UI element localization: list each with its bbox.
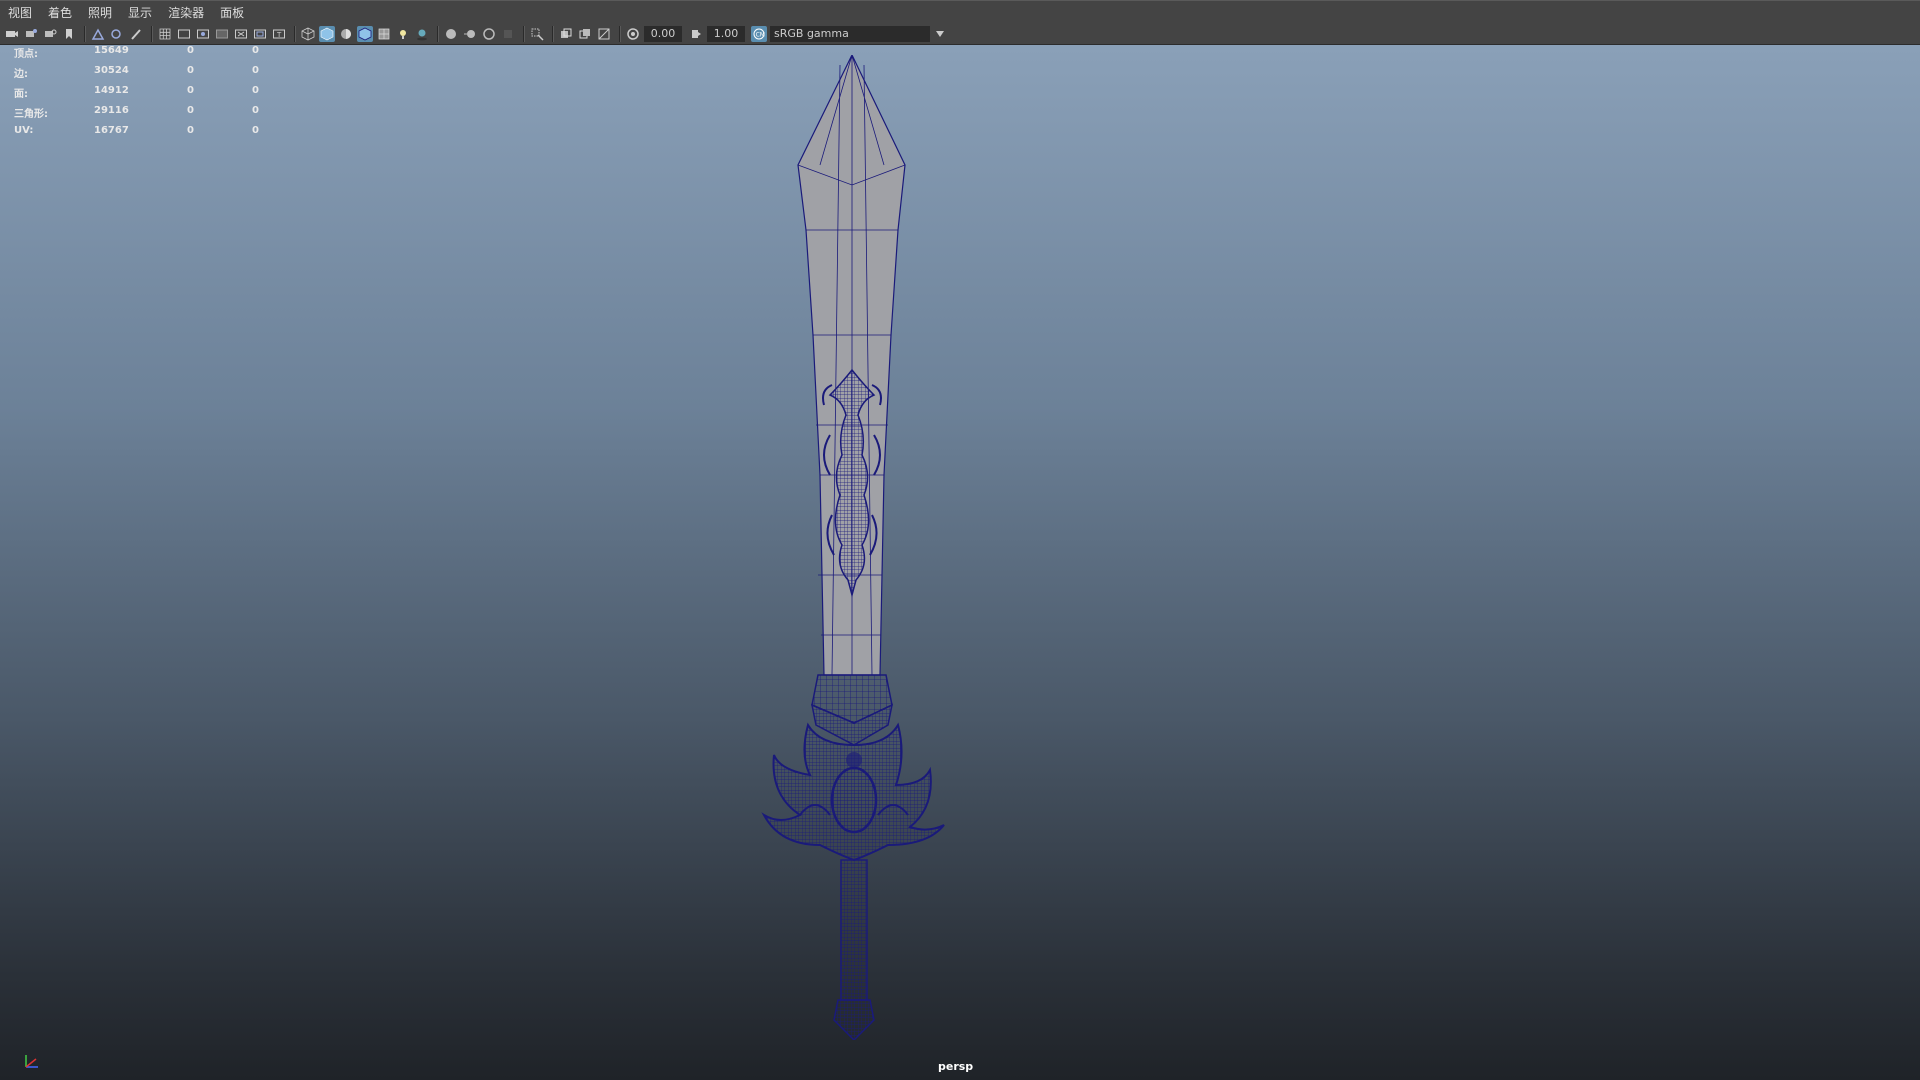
gamma-icon[interactable]: [688, 26, 704, 42]
2d-pan-zoom-icon[interactable]: [109, 26, 125, 42]
menu-view[interactable]: 视图: [8, 4, 32, 21]
hud-total: 15649: [94, 45, 129, 56]
lighting-icon[interactable]: [395, 26, 411, 42]
hud-label: 面:: [14, 89, 28, 100]
hud-selected: 0: [187, 125, 194, 136]
toolbar-divider: [84, 26, 86, 42]
menu-shading[interactable]: 着色: [48, 4, 72, 21]
hud-selected: 0: [187, 85, 194, 96]
panel-toolbar: T 0.00 1.00 CM sRGB gamma: [0, 24, 1920, 45]
hud-total: 16767: [94, 125, 129, 136]
view-transform-dropdown[interactable]: sRGB gamma: [770, 26, 950, 42]
smooth-shade-icon[interactable]: [319, 26, 335, 42]
hud-selected-comp: 0: [252, 85, 259, 96]
sword-mesh[interactable]: [760, 55, 950, 1040]
hud-total: 29116: [94, 105, 129, 116]
hud-selected-comp: 0: [252, 65, 259, 76]
ambient-occlusion-icon[interactable]: [443, 26, 459, 42]
gamma-field[interactable]: 1.00: [707, 26, 745, 42]
3d-viewport[interactable]: 顶点: 15649 0 0 边: 30524 0 0 面: 14912 0 0 …: [0, 45, 1920, 1080]
hud-selected-comp: 0: [252, 105, 259, 116]
hud-selected-comp: 0: [252, 125, 259, 136]
wireframe-icon[interactable]: [300, 26, 316, 42]
default-material-icon[interactable]: [338, 26, 354, 42]
xray-active-components-icon[interactable]: [577, 26, 593, 42]
poly-count-hud: 顶点: 15649 0 0 边: 30524 0 0 面: 14912 0 0 …: [14, 45, 274, 145]
hud-row-triangles: 三角形: 29116 0 0: [14, 105, 274, 125]
grip: [833, 859, 875, 1040]
hud-total: 14912: [94, 85, 129, 96]
bookmarks-icon[interactable]: [42, 26, 58, 42]
camera-attributes-icon[interactable]: [23, 26, 39, 42]
chevron-down-icon: [930, 26, 950, 42]
safe-action-icon[interactable]: [252, 26, 268, 42]
shadows-icon[interactable]: [414, 26, 430, 42]
exposure-icon[interactable]: [625, 26, 641, 42]
textured-icon[interactable]: [376, 26, 392, 42]
depth-of-field-icon[interactable]: [500, 26, 516, 42]
view-axis-icon: [25, 1055, 38, 1068]
hud-row-vertices: 顶点: 15649 0 0: [14, 45, 274, 65]
hud-selected-comp: 0: [252, 45, 259, 56]
toolbar-divider: [437, 26, 439, 42]
grid-icon[interactable]: [157, 26, 173, 42]
wireframe-on-shaded-icon[interactable]: [357, 26, 373, 42]
hud-label: UV:: [14, 125, 34, 136]
hud-label: 顶点:: [14, 49, 38, 60]
field-chart-icon[interactable]: [233, 26, 249, 42]
hud-selected: 0: [187, 65, 194, 76]
svg-text:CM: CM: [756, 32, 765, 39]
toolbar-divider: [619, 26, 621, 42]
hud-label: 边:: [14, 69, 28, 80]
hud-total: 30524: [94, 65, 129, 76]
view-transform-value: sRGB gamma: [774, 27, 849, 40]
menu-show[interactable]: 显示: [128, 4, 152, 21]
isolate-select-icon[interactable]: [529, 26, 545, 42]
resolution-gate-icon[interactable]: [195, 26, 211, 42]
toolbar-divider: [523, 26, 525, 42]
hud-row-faces: 面: 14912 0 0: [14, 85, 274, 105]
grease-pencil-icon[interactable]: [128, 26, 144, 42]
color-management-icon[interactable]: CM: [751, 26, 767, 42]
menu-lighting[interactable]: 照明: [88, 4, 112, 21]
motion-blur-icon[interactable]: [462, 26, 478, 42]
hud-row-edges: 边: 30524 0 0: [14, 65, 274, 85]
safe-title-icon[interactable]: T: [271, 26, 287, 42]
xray-icon[interactable]: [558, 26, 574, 42]
hud-selected: 0: [187, 45, 194, 56]
blade: [797, 55, 906, 676]
toolbar-divider: [552, 26, 554, 42]
hud-selected: 0: [187, 105, 194, 116]
toolbar-divider: [294, 26, 296, 42]
anti-aliasing-icon[interactable]: [481, 26, 497, 42]
gate-mask-icon[interactable]: [214, 26, 230, 42]
crossguard: [761, 722, 945, 862]
hud-label: 三角形:: [14, 109, 48, 120]
menu-panels[interactable]: 面板: [220, 4, 244, 21]
xray-joints-icon[interactable]: [596, 26, 612, 42]
guard-collar: [810, 674, 894, 746]
bookmark-icon[interactable]: [61, 26, 77, 42]
hud-row-uvs: UV: 16767 0 0: [14, 125, 274, 145]
svg-text:T: T: [276, 31, 282, 39]
image-plane-icon[interactable]: [90, 26, 106, 42]
select-camera-icon[interactable]: [4, 26, 20, 42]
camera-name-label: persp: [938, 1060, 974, 1073]
panel-menu-bar: 视图 着色 照明 显示 渲染器 面板: [0, 0, 1920, 24]
menu-renderer[interactable]: 渲染器: [168, 4, 204, 21]
toolbar-divider: [151, 26, 153, 42]
film-gate-icon[interactable]: [176, 26, 192, 42]
exposure-field[interactable]: 0.00: [644, 26, 682, 42]
